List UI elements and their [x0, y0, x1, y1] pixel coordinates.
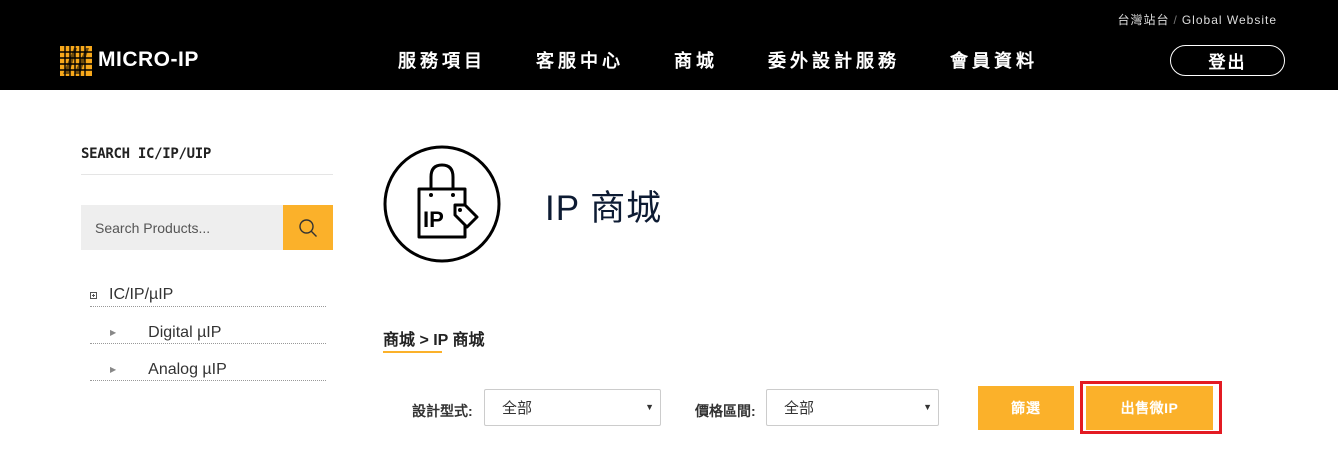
caret-right-icon: ▶ — [110, 328, 117, 337]
category-item-analog[interactable]: ▶ Analog µIP — [90, 359, 326, 381]
top-header: 台灣站台 / Global Website MICRO-IP 服務項目 客服中心 商… — [0, 0, 1338, 90]
logout-button[interactable]: 登出 — [1170, 45, 1285, 76]
category-label[interactable]: Analog µIP — [148, 361, 227, 379]
category-tree-root[interactable]: IC/IP/µIP — [90, 283, 326, 307]
expand-plus-icon[interactable] — [90, 292, 97, 299]
site-logo[interactable]: MICRO-IP — [60, 44, 199, 76]
nav-item-member[interactable]: 會員資料 — [950, 48, 1038, 74]
breadcrumb-underline — [383, 351, 442, 353]
chevron-down-icon: ▼ — [923, 402, 932, 412]
category-item-digital[interactable]: ▶ Digital µIP — [90, 322, 326, 344]
sell-micro-ip-button[interactable]: 出售微IP — [1086, 386, 1213, 430]
design-type-label: 設計型式: — [412, 403, 473, 419]
region-separator: / — [1173, 13, 1178, 27]
shopping-bag-ip-icon: IP — [383, 145, 501, 263]
chevron-down-icon: ▼ — [645, 402, 654, 412]
design-type-value: 全部 — [502, 400, 533, 417]
search-button[interactable] — [283, 205, 333, 250]
caret-right-icon: ▶ — [110, 365, 117, 374]
category-root-label[interactable]: IC/IP/µIP — [109, 286, 173, 304]
design-type-select[interactable]: 全部 ▼ — [484, 389, 661, 426]
product-search-input[interactable] — [81, 205, 283, 250]
nav-item-services[interactable]: 服務項目 — [398, 48, 486, 74]
logo-text: MICRO-IP — [98, 48, 199, 71]
region-local-link[interactable]: 台灣站台 — [1117, 13, 1169, 27]
micro-ip-logo-icon — [60, 46, 92, 76]
region-switcher: 台灣站台 / Global Website — [1117, 11, 1277, 28]
sidebar-title: SEARCH IC/IP/UIP — [81, 146, 212, 162]
search-icon — [299, 218, 317, 237]
hero-icon-text: IP — [423, 207, 444, 232]
price-range-label: 價格區間: — [695, 403, 756, 419]
filter-button[interactable]: 篩選 — [978, 386, 1074, 430]
main-nav: 服務項目 客服中心 商城 委外設計服務 會員資料 — [398, 48, 1088, 74]
region-global-link[interactable]: Global Website — [1182, 13, 1277, 27]
page-title: IP 商城 — [545, 189, 663, 228]
category-label[interactable]: Digital µIP — [148, 324, 221, 342]
nav-item-outsourcing[interactable]: 委外設計服務 — [768, 48, 900, 74]
breadcrumb: 商城 > IP 商城 — [383, 332, 485, 349]
price-range-select[interactable]: 全部 ▼ — [766, 389, 939, 426]
sidebar-divider — [81, 174, 333, 175]
nav-item-store[interactable]: 商城 — [674, 48, 718, 74]
nav-item-support[interactable]: 客服中心 — [536, 48, 624, 74]
price-range-value: 全部 — [784, 400, 815, 417]
